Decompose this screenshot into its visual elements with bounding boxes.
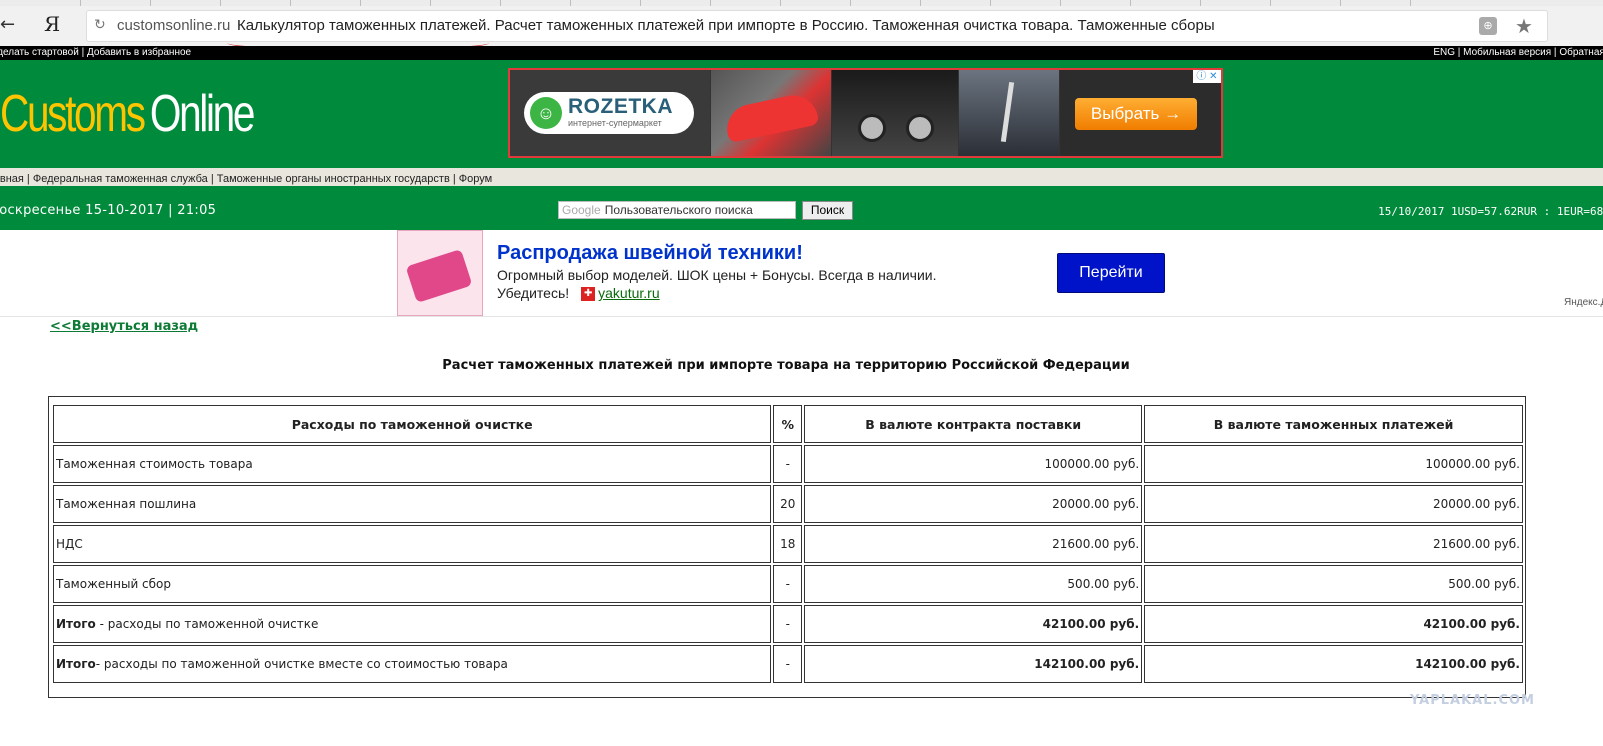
reload-icon[interactable]: ↻ <box>94 16 106 33</box>
rozetka-ad-banner[interactable]: ☺ ROZETKA интернет-супермаркет Выбрать →… <box>508 68 1223 158</box>
row-percent: - <box>773 645 803 683</box>
logo-part-customs: Customs <box>0 85 146 143</box>
browser-chrome: ← Я ↻ customsonline.ru Калькулятор тамож… <box>0 0 1603 51</box>
yandex-direct-label[interactable]: Яндекс.Директ <box>1564 297 1603 308</box>
back-arrow-icon[interactable]: ← <box>0 14 15 35</box>
row-label: Итого - расходы по таможенной очистке <box>53 605 772 643</box>
choose-button[interactable]: Выбрать → <box>1075 98 1197 130</box>
divider <box>0 316 1603 317</box>
rozetka-subtitle: интернет-супермаркет <box>568 118 662 128</box>
row-label: Таможенная стоимость товара <box>53 445 772 483</box>
eng-link[interactable]: ENG <box>1433 47 1455 58</box>
rozetka-logo-area: ☺ ROZETKA интернет-супермаркет <box>510 70 710 156</box>
row-contract-value: 100000.00 руб. <box>804 445 1143 483</box>
google-label: Google <box>562 203 601 217</box>
header-contract-currency: В валюте контракта поставки <box>804 405 1143 443</box>
rozetka-brand: ROZETKA <box>568 95 673 118</box>
mobile-version-link[interactable]: Мобильная версия <box>1463 47 1551 58</box>
row-contract-value: 500.00 руб. <box>804 565 1143 603</box>
date-time: Воскресенье 15-10-2017 | 21:05 <box>0 203 217 218</box>
table-row: Таможенная стоимость товара - 100000.00 … <box>53 445 1523 483</box>
table-row-grand-total: Итого- расходы по таможенной очистке вме… <box>53 645 1523 683</box>
bookmark-star-icon[interactable]: ★ <box>1515 14 1533 39</box>
search-input[interactable]: Google Пользовательского поиска <box>558 201 796 219</box>
ad-headline[interactable]: Распродажа швейной техники! <box>497 242 803 265</box>
row-percent: 18 <box>773 525 803 563</box>
back-link[interactable]: <<Вернуться назад <box>50 319 198 334</box>
scooter-image <box>959 70 1059 156</box>
top-links-bar: Сделать стартовой | Добавить в избранное… <box>0 46 1603 60</box>
header-payment-currency: В валюте таможенных платежей <box>1144 405 1523 443</box>
menu-item-foreign-customs[interactable]: Таможенные органы иностранных государств <box>217 173 450 185</box>
address-domain: customsonline.ru <box>117 17 231 34</box>
menu-item-fcs[interactable]: Федеральная таможенная служба <box>33 173 208 185</box>
row-contract-value: 142100.00 руб. <box>804 645 1143 683</box>
row-label: Таможенная пошлина <box>53 485 772 523</box>
row-payment-value: 42100.00 руб. <box>1144 605 1523 643</box>
logo-part-online: Online <box>149 85 256 143</box>
row-payment-value: 21600.00 руб. <box>1144 525 1523 563</box>
table-header-row: Расходы по таможенной очистке % В валюте… <box>53 405 1523 443</box>
table-row: НДС 18 21600.00 руб. 21600.00 руб. <box>53 525 1523 563</box>
row-label: НДС <box>53 525 772 563</box>
segway-image <box>832 70 958 156</box>
row-percent: - <box>773 565 803 603</box>
results-table-frame: Расходы по таможенной очистке % В валюте… <box>48 396 1526 698</box>
address-page-title: Калькулятор таможенных платежей. Расчет … <box>237 17 1215 34</box>
sewing-ad[interactable]: Распродажа швейной техники! Огромный выб… <box>397 230 1177 316</box>
row-payment-value: 142100.00 руб. <box>1144 645 1523 683</box>
customs-calc-table: Расходы по таможенной очистке % В валюте… <box>51 403 1525 685</box>
rozetka-logo: ☺ ROZETKA интернет-супермаркет <box>524 92 694 134</box>
menu-item-home[interactable]: Главная <box>0 173 24 185</box>
tab-strip <box>0 0 1603 6</box>
page-title: Расчет таможенных платежей при импорте т… <box>442 358 1130 373</box>
add-favorites-link[interactable]: Добавить в избранное <box>87 47 191 58</box>
search-placeholder: Пользовательского поиска <box>604 203 753 217</box>
row-contract-value: 42100.00 руб. <box>804 605 1143 643</box>
row-label: Итого- расходы по таможенной очистке вме… <box>53 645 772 683</box>
row-percent: - <box>773 445 803 483</box>
currency-rates: 15/10/2017 1USD=57.62RUR : 1EUR=68.16RUR <box>1378 205 1603 218</box>
ad-site-link[interactable]: yakutur.ru <box>598 285 659 301</box>
header-expenses: Расходы по таможенной очистке <box>53 405 772 443</box>
site-favicon-icon: ✚ <box>581 287 596 302</box>
site-logo[interactable]: Customs Online <box>0 84 256 144</box>
search-button[interactable]: Поиск <box>802 201 853 220</box>
make-homepage-link[interactable]: Сделать стартовой <box>0 47 79 58</box>
table-row: Таможенный сбор - 500.00 руб. 500.00 руб… <box>53 565 1523 603</box>
row-contract-value: 21600.00 руб. <box>804 525 1143 563</box>
menu-item-forum[interactable]: Форум <box>459 173 492 185</box>
main-menu: Главная | Федеральная таможенная служба … <box>0 168 1603 186</box>
search-bar: Воскресенье 15-10-2017 | 21:05 Google Пол… <box>0 186 1603 230</box>
row-payment-value: 500.00 руб. <box>1144 565 1523 603</box>
go-button[interactable]: Перейти <box>1057 253 1165 293</box>
row-payment-value: 100000.00 руб. <box>1144 445 1523 483</box>
translate-icon[interactable]: ⊕ <box>1479 17 1497 35</box>
site-header: Customs Online ☺ ROZETKA интернет-суперма… <box>0 60 1603 168</box>
row-percent: 20 <box>773 485 803 523</box>
feedback-link[interactable]: Обратная связь <box>1559 47 1603 58</box>
row-label: Таможенный сбор <box>53 565 772 603</box>
header-percent: % <box>773 405 803 443</box>
table-row-total: Итого - расходы по таможенной очистке - … <box>53 605 1523 643</box>
row-percent: - <box>773 605 803 643</box>
row-payment-value: 20000.00 руб. <box>1144 485 1523 523</box>
smile-icon: ☺ <box>530 97 562 129</box>
table-row: Таможенная пошлина 20 20000.00 руб. 2000… <box>53 485 1523 523</box>
yandex-logo-icon[interactable]: Я <box>44 12 60 36</box>
ad-text-line2: Убедитесь! ✚ yakutur.ru <box>497 285 660 302</box>
ad-choices-icon[interactable]: ⓘ ✕ <box>1193 70 1221 83</box>
row-contract-value: 20000.00 руб. <box>804 485 1143 523</box>
sewing-machine-image[interactable] <box>397 230 483 316</box>
watermark: YAPLAKAL.COM <box>1410 693 1535 708</box>
hoverboard-image <box>711 70 831 156</box>
ad-text-line1: Огромный выбор моделей. ШОК цены + Бонус… <box>497 267 937 283</box>
address-bar[interactable]: ↻ customsonline.ru Калькулятор таможенны… <box>86 10 1548 51</box>
